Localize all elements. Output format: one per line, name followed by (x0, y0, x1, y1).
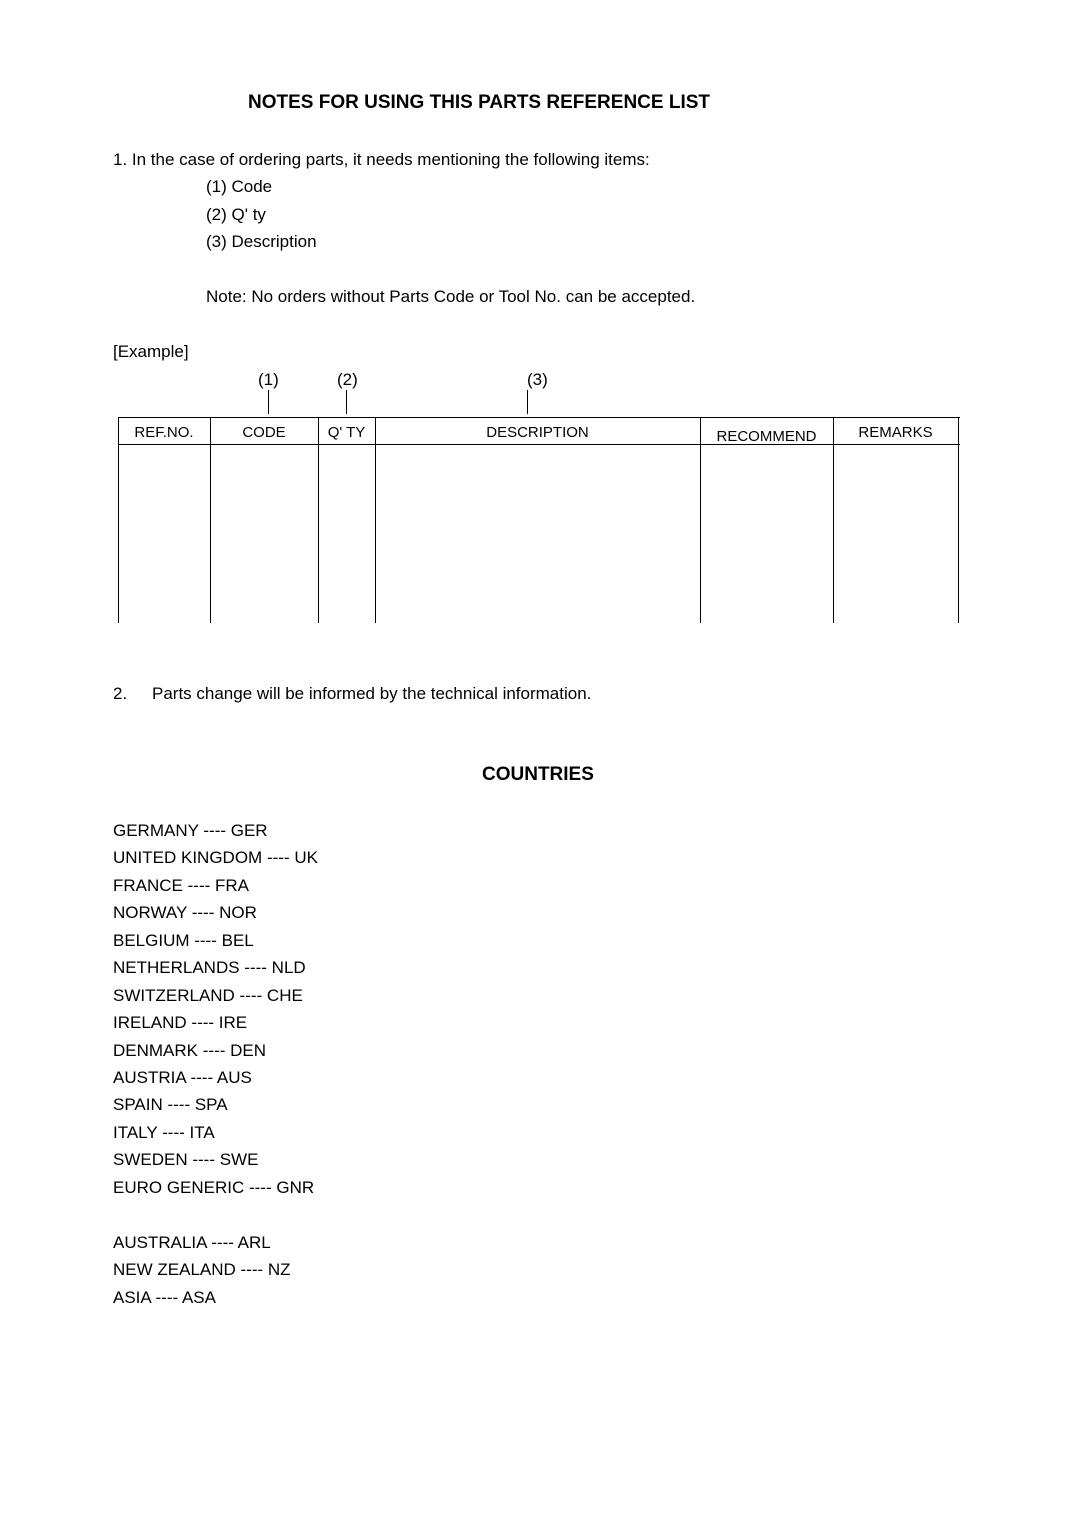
country-item: SPAIN ---- SPA (113, 1095, 228, 1114)
header-code: CODE (242, 424, 286, 441)
marker-2: (2) (337, 370, 358, 389)
marker-3: (3) (527, 370, 548, 389)
country-item: UNITED KINGDOM ---- UK (113, 848, 318, 867)
country-item: SWITZERLAND ---- CHE (113, 986, 303, 1005)
marker-1: (1) (258, 370, 279, 389)
example-label: [Example] (113, 342, 189, 361)
country-item: GERMANY ---- GER (113, 821, 268, 840)
order-item-code: (1) Code (206, 177, 273, 196)
table-col-border (958, 418, 959, 623)
country-item: IRELAND ---- IRE (113, 1013, 248, 1032)
country-item: NEW ZEALAND ---- NZ (113, 1260, 291, 1279)
country-item: ITALY ---- ITA (113, 1123, 215, 1142)
country-item: ASIA ---- ASA (113, 1288, 216, 1307)
order-note: Note: No orders without Parts Code or To… (206, 287, 696, 306)
header-qty: Q' TY (327, 424, 366, 441)
header-remarks: REMARKS (858, 424, 933, 441)
leader-line-2 (346, 390, 347, 414)
country-item: DENMARK ---- DEN (113, 1041, 266, 1060)
table-col-border (210, 418, 211, 623)
leader-line-1 (268, 390, 269, 414)
header-recommend: RECOMMEND (716, 428, 817, 445)
example-parts-table: REF.NO. CODE Q' TY DESCRIPTION RECOMMEND… (118, 417, 960, 623)
item-2-text: Parts change will be informed by the tec… (152, 684, 592, 703)
item-1-intro: 1. In the case of ordering parts, it nee… (113, 150, 650, 169)
country-item: AUSTRALIA ---- ARL (113, 1233, 271, 1252)
order-item-description: (3) Description (206, 232, 317, 251)
country-item: AUSTRIA ---- AUS (113, 1068, 252, 1087)
country-item: BELGIUM ---- BEL (113, 931, 254, 950)
order-item-qty: (2) Q' ty (206, 205, 266, 224)
table-col-border (833, 418, 834, 623)
country-item: EURO GENERIC ---- GNR (113, 1178, 315, 1197)
item-2-number: 2. (113, 684, 128, 703)
countries-title: COUNTRIES (482, 764, 594, 785)
country-item: SWEDEN ---- SWE (113, 1150, 259, 1169)
page-title: NOTES FOR USING THIS PARTS REFERENCE LIS… (248, 92, 711, 113)
table-col-border (700, 418, 701, 623)
country-item: NORWAY ---- NOR (113, 903, 257, 922)
table-col-border (375, 418, 376, 623)
table-col-border (118, 418, 119, 623)
country-item: FRANCE ---- FRA (113, 876, 249, 895)
header-description: DESCRIPTION (486, 424, 589, 441)
leader-line-3 (527, 390, 528, 414)
header-ref-no: REF.NO. (134, 424, 194, 441)
country-item: NETHERLANDS ---- NLD (113, 958, 306, 977)
table-col-border (318, 418, 319, 623)
